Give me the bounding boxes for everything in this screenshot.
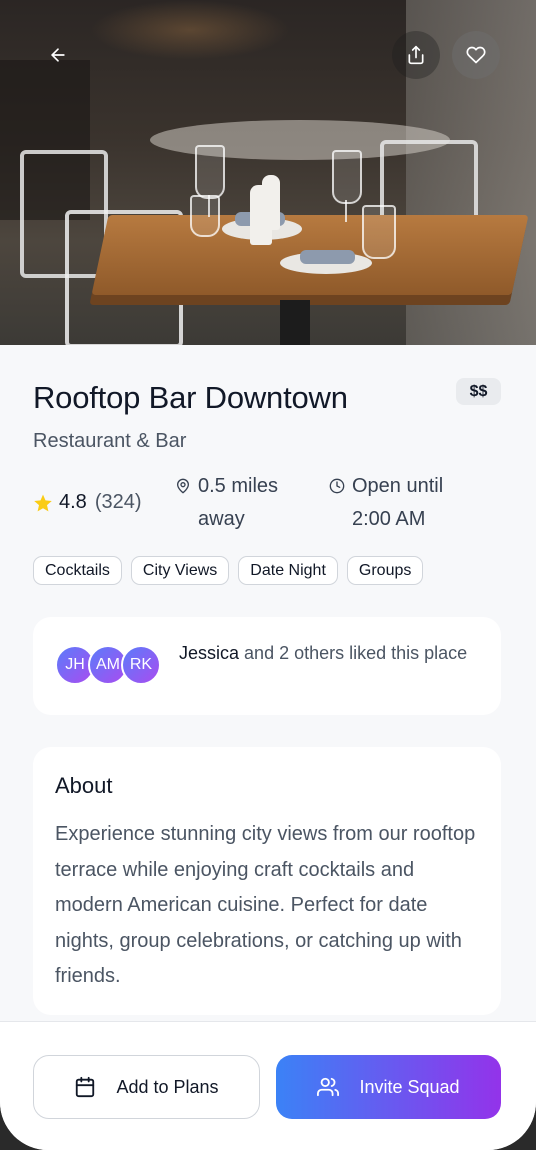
about-card: About Experience stunning city views fro…	[33, 747, 501, 1015]
price-badge: $$	[456, 378, 501, 405]
heart-icon	[466, 46, 486, 64]
about-heading: About	[55, 773, 113, 798]
opening-hours: Open until 2:00 AM	[329, 470, 482, 536]
favorite-button[interactable]	[452, 31, 500, 79]
friends-liked-card[interactable]: JH AM RK Jessica and 2 others liked this…	[33, 617, 501, 715]
tag-list: Cocktails City Views Date Night Groups	[33, 556, 424, 585]
arrow-left-icon	[51, 48, 65, 62]
venue-category: Restaurant & Bar	[33, 430, 187, 452]
bottom-action-bar: Add to Plans Invite Squad	[0, 1021, 536, 1150]
tag-chip[interactable]: Cocktails	[33, 556, 122, 585]
review-count: (324)	[94, 491, 142, 513]
venue-detail-screen: Rooftop Bar Downtown $$ Restaurant & Bar…	[0, 0, 536, 1150]
rating-value: 4.8	[59, 491, 87, 513]
avatar: RK	[121, 645, 161, 685]
invite-squad-button[interactable]: Invite Squad	[276, 1055, 501, 1119]
share-icon	[408, 45, 424, 65]
invite-squad-label: Invite Squad	[359, 1076, 460, 1097]
users-icon	[317, 1077, 340, 1097]
distance-text: 0.5 miles away	[198, 475, 279, 530]
liked-summary: Jessica and 2 others liked this place	[179, 640, 469, 667]
venue-title: Rooftop Bar Downtown	[33, 380, 348, 415]
clock-icon	[329, 478, 345, 494]
map-pin-icon	[177, 478, 189, 494]
calendar-icon	[76, 1076, 95, 1098]
rating: 4.8 (324)	[33, 486, 142, 519]
liked-text: and 2 others liked this place	[244, 643, 468, 663]
tag-chip[interactable]: Date Night	[238, 556, 338, 585]
about-description: Experience stunning city views from our …	[55, 823, 476, 987]
add-to-plans-label: Add to Plans	[116, 1076, 219, 1097]
back-button[interactable]	[34, 31, 82, 79]
star-icon	[34, 494, 52, 511]
add-to-plans-button[interactable]: Add to Plans	[33, 1055, 260, 1119]
share-button[interactable]	[392, 31, 440, 79]
tag-chip[interactable]: City Views	[130, 556, 230, 585]
hours-text: Open until 2:00 AM	[352, 475, 444, 530]
tag-chip[interactable]: Groups	[346, 556, 424, 585]
liked-friend-name: Jessica	[179, 643, 240, 663]
distance: 0.5 miles away	[175, 470, 308, 536]
